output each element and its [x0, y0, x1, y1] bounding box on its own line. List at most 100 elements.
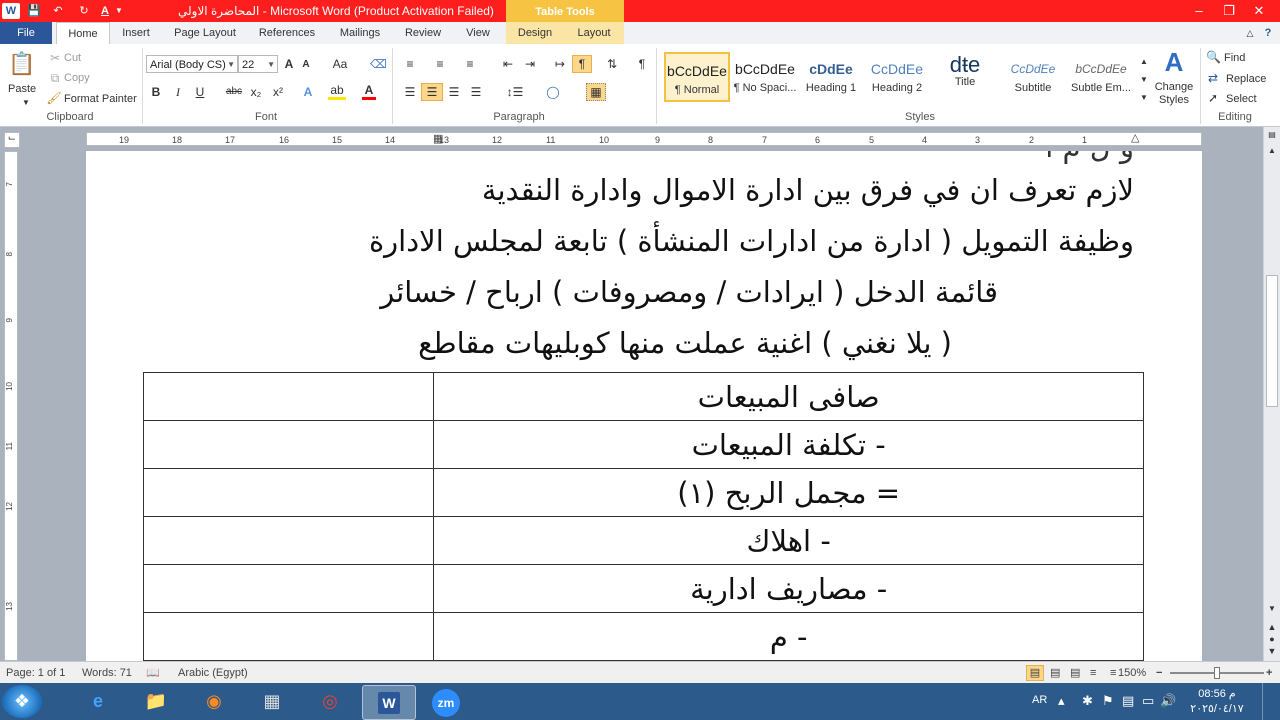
vertical-ruler[interactable]: 7 8 9 10 11 12 13 [4, 151, 18, 661]
language-indicator[interactable]: Arabic (Egypt) [178, 666, 248, 680]
start-button[interactable]: ❖ [2, 685, 42, 718]
paste-icon[interactable]: 📋 [8, 48, 36, 80]
undo-icon[interactable]: ↶ [50, 3, 66, 19]
restore-button[interactable]: ❐ [1216, 2, 1242, 20]
calculator-icon[interactable]: ▦ [246, 685, 298, 718]
style-no-spacing[interactable]: bCcDdEe ¶ No Spaci... [732, 52, 798, 102]
format-painter-button[interactable]: Format Painter [64, 92, 137, 106]
text-effects-button[interactable]: A [300, 84, 316, 100]
chrome-icon[interactable]: ◎ [304, 685, 356, 718]
font-name-select[interactable]: Arial (Body CS) ▼ [146, 55, 238, 73]
document-line[interactable]: قائمة الدخل ( ايرادات / ومصروفات ) ارباح… [380, 272, 998, 312]
bold-button[interactable]: B [150, 84, 162, 100]
subscript-button[interactable]: x₂ [248, 84, 264, 100]
word-logo-icon[interactable]: W [2, 3, 20, 19]
table-cell[interactable] [142, 564, 435, 613]
style-heading-2[interactable]: CcDdEe Heading 2 [864, 52, 930, 102]
table-column-marker-icon[interactable]: ▦ [433, 132, 443, 146]
strikethrough-button[interactable]: abc [224, 84, 244, 100]
draft-view-icon[interactable]: ≡ [1110, 666, 1116, 680]
tab-review[interactable]: Review [398, 22, 448, 44]
tab-mailings[interactable]: Mailings [330, 22, 390, 44]
tab-design[interactable]: Design [510, 22, 560, 44]
save-icon[interactable]: 💾 [26, 3, 42, 19]
scrollbar-thumb[interactable] [1266, 275, 1278, 407]
zoom-level[interactable]: 150% [1118, 666, 1146, 680]
zoom-slider-thumb[interactable] [1214, 667, 1220, 679]
table-cell[interactable]: صافى المبيعات [433, 372, 1144, 421]
styles-scroll-down-icon[interactable]: ▼ [1138, 72, 1150, 88]
file-explorer-icon[interactable]: 📁 [130, 685, 182, 718]
underline-button[interactable]: U [194, 84, 206, 100]
change-styles-icon[interactable]: A [1158, 48, 1190, 76]
ltr-direction-icon[interactable]: ↦ [552, 56, 568, 72]
table-cell[interactable]: - م [433, 612, 1144, 661]
italic-button[interactable]: I [172, 84, 184, 100]
tab-page-layout[interactable]: Page Layout [166, 22, 244, 44]
style-title[interactable]: dŧe Title [932, 52, 998, 102]
income-statement-table[interactable]: صافى المبيعات - تكلفة المبيعات = مجمل ال… [142, 372, 1144, 661]
network-icon[interactable]: ▤ [1122, 693, 1134, 709]
line-spacing-icon[interactable]: ↕☰ [504, 84, 526, 100]
styles-scroll-up-icon[interactable]: ▲ [1138, 54, 1150, 70]
scroll-up-icon[interactable]: ▲ [1266, 145, 1278, 157]
font-color-button[interactable]: A [362, 84, 376, 100]
proofing-icon[interactable]: 📖 [146, 666, 160, 680]
table-cell[interactable]: - تكلفة المبيعات [433, 420, 1144, 469]
input-language[interactable]: AR [1032, 694, 1047, 706]
clear-formatting-icon[interactable]: ⌫ [370, 56, 387, 72]
close-button[interactable]: ✕ [1246, 2, 1272, 20]
tab-view[interactable]: View [456, 22, 500, 44]
bluetooth-icon[interactable]: ✱ [1082, 693, 1093, 709]
multilevel-list-icon[interactable]: ≡ [462, 56, 478, 72]
decrease-indent-icon[interactable]: ⇤ [500, 56, 516, 72]
zoom-app-button[interactable]: zm [420, 685, 472, 718]
tab-insert[interactable]: Insert [112, 22, 160, 44]
word-taskbar-button[interactable]: W [362, 685, 416, 720]
rtl-direction-icon[interactable]: ¶ [572, 55, 592, 73]
outline-view-icon[interactable]: ≡ [1090, 666, 1096, 680]
table-cell[interactable]: - اهلاك [433, 516, 1144, 565]
table-cell[interactable] [142, 516, 435, 565]
page-count[interactable]: Page: 1 of 1 [6, 666, 65, 680]
align-center-icon[interactable]: ☰ [421, 83, 443, 101]
justify-icon[interactable]: ☰ [468, 84, 484, 100]
grow-font-button[interactable]: A [282, 56, 296, 72]
styles-more-icon[interactable]: ▼ [1138, 90, 1150, 106]
table-cell[interactable] [142, 420, 435, 469]
align-left-icon[interactable]: ☰ [402, 84, 418, 100]
indent-marker-icon[interactable]: △ [1131, 131, 1139, 145]
tab-home[interactable]: Home [56, 22, 110, 45]
style-heading-1[interactable]: cDdEe Heading 1 [798, 52, 864, 102]
font-color-quick-button[interactable]: A [98, 3, 112, 19]
volume-icon[interactable]: 🔊 [1160, 693, 1176, 709]
print-layout-view-icon[interactable]: ▤ [1026, 665, 1044, 681]
minimize-ribbon-icon[interactable]: △ [1242, 22, 1258, 44]
document-line[interactable]: لازم تعرف ان في فرق بين ادارة الاموال وا… [482, 170, 1134, 210]
select-button[interactable]: Select [1226, 92, 1257, 106]
firefox-icon[interactable]: ◉ [188, 685, 240, 718]
zoom-slider[interactable] [1170, 667, 1264, 679]
vertical-scrollbar[interactable]: ▤ ▲ ▼ ▲ ● ▼ [1263, 127, 1280, 661]
browse-object-icon[interactable]: ● [1266, 633, 1278, 645]
help-icon[interactable]: ? [1260, 22, 1276, 44]
change-case-button[interactable]: Aa [330, 56, 350, 72]
next-page-icon[interactable]: ▼ [1266, 645, 1278, 657]
tab-layout[interactable]: Layout [568, 22, 620, 44]
highlight-button[interactable]: ab [328, 84, 346, 100]
numbering-icon[interactable]: ≡ [432, 56, 448, 72]
table-cell[interactable]: = مجمل الربح (١) [433, 468, 1144, 517]
style-normal[interactable]: bCcDdEe ¶ Normal [664, 52, 730, 102]
bullets-icon[interactable]: ≡ [402, 56, 418, 72]
borders-icon[interactable]: ▦ [586, 83, 606, 101]
clock-date[interactable]: ٢٠٢٥/٠٤/١٧ [1186, 702, 1248, 715]
clock-time[interactable]: 08:56 م [1188, 687, 1246, 700]
quick-access-dropdown-icon[interactable]: ▼ [114, 3, 124, 19]
table-cell[interactable]: - مصاريف ادارية [433, 564, 1144, 613]
shading-icon[interactable]: ◯ [542, 84, 564, 100]
redo-icon[interactable]: ↻ [76, 3, 92, 19]
tray-expand-icon[interactable]: ▴ [1058, 693, 1065, 709]
table-cell[interactable] [142, 468, 435, 517]
power-icon[interactable]: ▭ [1142, 693, 1154, 709]
minimize-button[interactable]: – [1186, 2, 1212, 20]
